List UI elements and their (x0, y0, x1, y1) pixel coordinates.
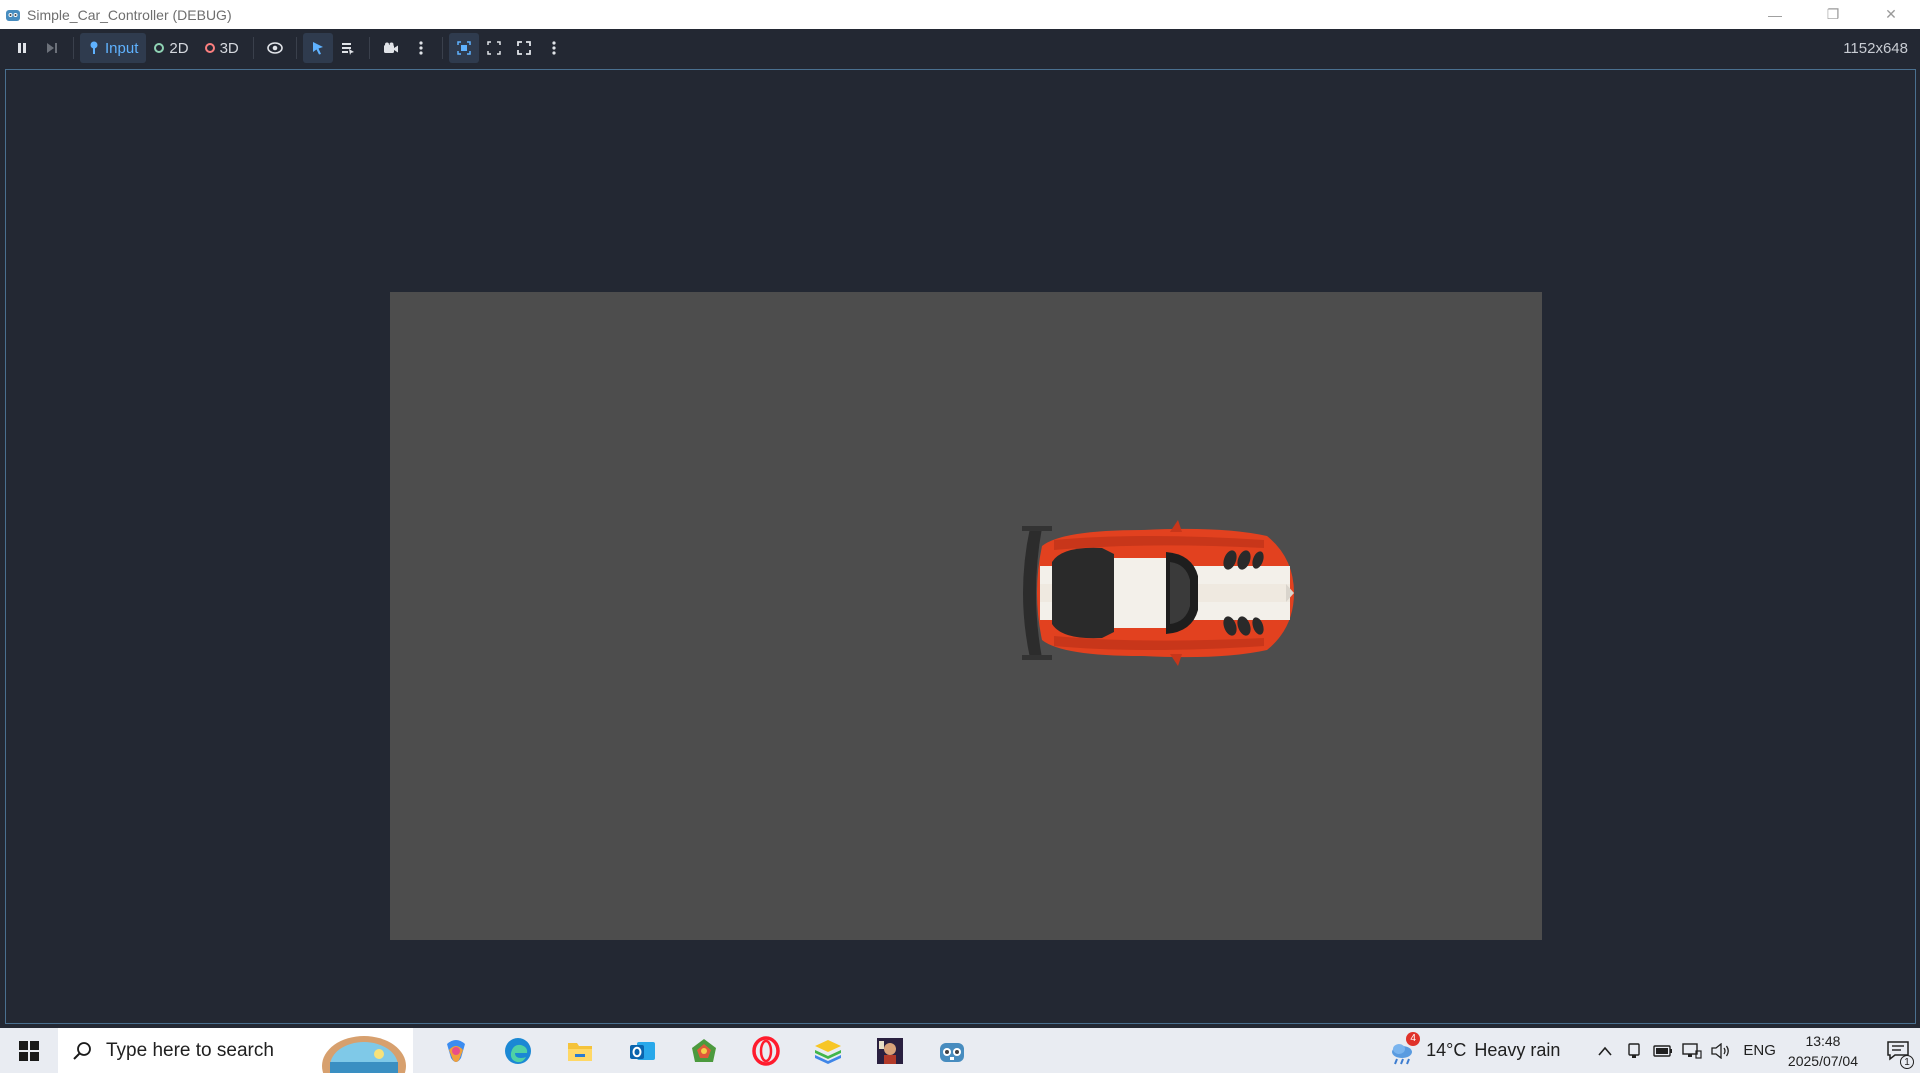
pause-icon (18, 43, 26, 53)
weather-temperature: 14°C (1426, 1040, 1467, 1060)
outlook-button[interactable] (611, 1028, 673, 1073)
opera-button[interactable] (735, 1028, 797, 1073)
mode-2d-label: 2D (169, 39, 189, 57)
pause-button[interactable] (7, 33, 37, 63)
maximize-button[interactable]: ❐ (1804, 0, 1862, 29)
window-title: Simple_Car_Controller (DEBUG) (27, 6, 232, 23)
usb-device-icon (1628, 1042, 1640, 1058)
separator (295, 37, 297, 59)
more-vertical-icon (552, 41, 556, 55)
clock-time: 13:48 (1805, 1032, 1841, 1049)
title-bar: Simple_Car_Controller (DEBUG) — ❐ ✕ (0, 0, 1920, 29)
weather-alert-badge: 4 (1406, 1031, 1421, 1046)
debug-toolbar: Input 2D 3D 1152x648 (0, 29, 1920, 67)
game-canvas[interactable] (390, 292, 1542, 940)
volume-button[interactable] (1706, 1028, 1735, 1073)
car-sprite (1022, 520, 1294, 666)
notification-count: 1 (1900, 1055, 1914, 1069)
speaker-icon (1711, 1042, 1729, 1059)
eye-icon (266, 42, 283, 54)
select-tool-button[interactable] (302, 33, 333, 63)
embed-game-button[interactable] (448, 33, 479, 63)
windows-logo-icon (19, 1040, 39, 1061)
weather-widget[interactable]: 4 14°C Heavy rain (1388, 1031, 1561, 1066)
game-viewport[interactable] (5, 69, 1916, 1024)
game-app-icon (692, 1038, 716, 1062)
separator (368, 37, 370, 59)
mode-3d-label: 3D (219, 39, 239, 57)
file-explorer-button[interactable] (549, 1028, 611, 1073)
fit-window-icon (487, 41, 501, 55)
copilot-icon (447, 1039, 465, 1062)
separator (252, 37, 254, 59)
clock[interactable]: 13:48 2025/07/04 (1788, 1031, 1858, 1071)
embed-options-button[interactable] (539, 33, 569, 63)
list-select-button[interactable] (333, 33, 363, 63)
more-vertical-icon (419, 41, 423, 55)
battery-icon (1653, 1044, 1672, 1057)
game-app-2-button[interactable] (859, 1028, 921, 1073)
list-select-icon (341, 43, 354, 55)
edge-button[interactable] (487, 1028, 549, 1073)
opera-icon (752, 1035, 780, 1066)
windows-taskbar: Type here to search 4 14°C Heavy rain EN… (0, 1028, 1920, 1073)
search-highlight-image (322, 1036, 406, 1073)
game-app-button[interactable] (673, 1028, 735, 1073)
godot-button[interactable] (921, 1028, 983, 1073)
mode-3d-button[interactable]: 3D (197, 33, 247, 63)
network-icon (1682, 1042, 1702, 1059)
node-3d-icon (204, 43, 215, 53)
embed-window-icon (457, 41, 471, 55)
godot-icon (940, 1042, 964, 1062)
search-placeholder: Type here to search (106, 1039, 274, 1061)
input-language[interactable]: ENG (1743, 1042, 1776, 1059)
weather-description: Heavy rain (1474, 1040, 1561, 1060)
resolution-label: 1152x648 (1843, 39, 1908, 57)
copilot-button[interactable] (425, 1028, 487, 1073)
godot-app-icon (6, 9, 20, 21)
input-mode-button[interactable]: Input (80, 33, 147, 63)
visibility-button[interactable] (260, 33, 290, 63)
camera-icon (383, 42, 398, 53)
next-frame-icon (47, 43, 57, 53)
start-button[interactable] (0, 1028, 58, 1073)
bluestacks-button[interactable] (797, 1028, 859, 1073)
minimize-button[interactable]: — (1746, 0, 1804, 29)
camera-options-button[interactable] (406, 33, 436, 63)
system-tray: 4 14°C Heavy rain ENG 13:48 2025/07/04 1 (1388, 1028, 1920, 1073)
next-frame-button[interactable] (37, 33, 67, 63)
camera-override-button[interactable] (376, 33, 406, 63)
notifications-button[interactable]: 1 (1876, 1028, 1920, 1073)
expand-icon (516, 41, 531, 55)
cursor-arrow-icon (312, 42, 323, 55)
mode-2d-button[interactable]: 2D (146, 33, 196, 63)
input-label: Input (105, 39, 139, 57)
clock-date: 2025/07/04 (1787, 1052, 1858, 1069)
game-app-2-icon (877, 1037, 903, 1064)
fit-window-button[interactable] (479, 33, 509, 63)
search-icon (73, 1041, 91, 1060)
show-hidden-icons-button[interactable] (1590, 1028, 1619, 1073)
separator (73, 37, 74, 59)
chevron-up-icon (1598, 1046, 1612, 1056)
separator (441, 37, 443, 59)
tray-device-button[interactable] (1619, 1028, 1648, 1073)
node-2d-icon (154, 43, 165, 53)
weather-icon: 4 (1388, 1031, 1421, 1066)
network-button[interactable] (1677, 1028, 1706, 1073)
joystick-icon (90, 41, 98, 54)
expand-button[interactable] (509, 33, 539, 63)
taskbar-search-box[interactable]: Type here to search (58, 1028, 413, 1073)
battery-button[interactable] (1648, 1028, 1677, 1073)
outlook-icon (630, 1041, 655, 1060)
edge-icon (505, 1037, 531, 1064)
close-button[interactable]: ✕ (1862, 0, 1920, 29)
bluestacks-icon (815, 1039, 841, 1064)
file-explorer-icon (568, 1042, 592, 1061)
